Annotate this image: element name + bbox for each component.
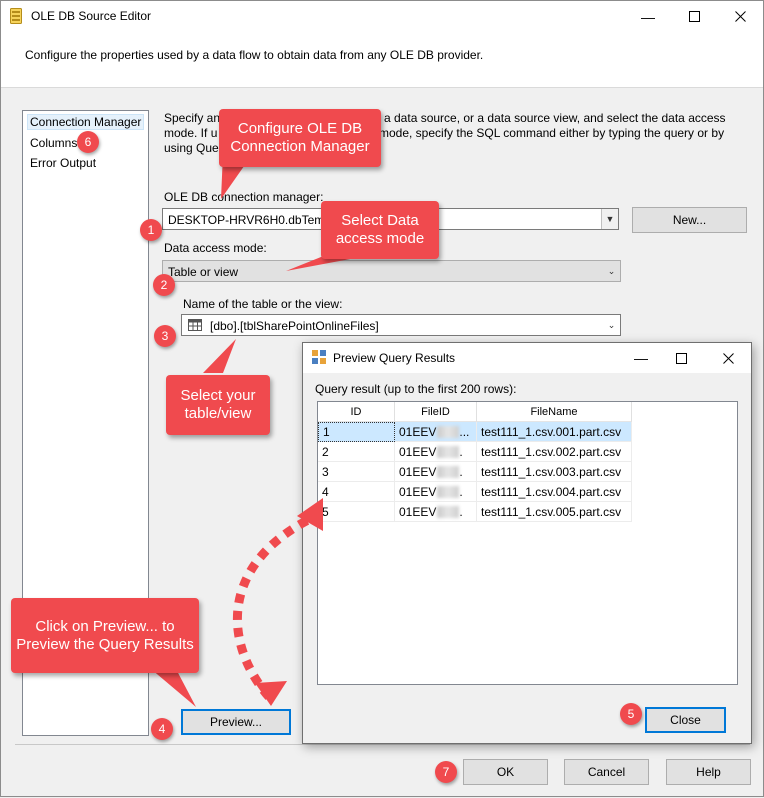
- step-badge-6: 6: [77, 131, 99, 153]
- step-badge-5: 5: [620, 703, 642, 725]
- step-badge-7: 7: [435, 761, 457, 783]
- ole-db-source-editor-window: OLE DB Source Editor — Configure the pro…: [0, 0, 764, 797]
- callout-select-table: Select your table/view: [166, 375, 270, 435]
- callout-configure-connection: Configure OLE DB Connection Manager: [219, 109, 381, 167]
- callout-tail-preview: [151, 669, 196, 707]
- dotted-arrow-path: [232, 511, 318, 700]
- callout-select-access-mode: Select Data access mode: [321, 201, 439, 259]
- callout-tail-table: [203, 339, 236, 373]
- annotation-arrow-overlay: [151, 153, 361, 707]
- step-badge-2: 2: [153, 274, 175, 296]
- step-badge-1: 1: [140, 219, 162, 241]
- callout-click-preview: Click on Preview... to Preview the Query…: [11, 598, 199, 673]
- step-badge-3: 3: [154, 325, 176, 347]
- arrow-head-bottom: [255, 681, 287, 706]
- step-badge-4: 4: [151, 718, 173, 740]
